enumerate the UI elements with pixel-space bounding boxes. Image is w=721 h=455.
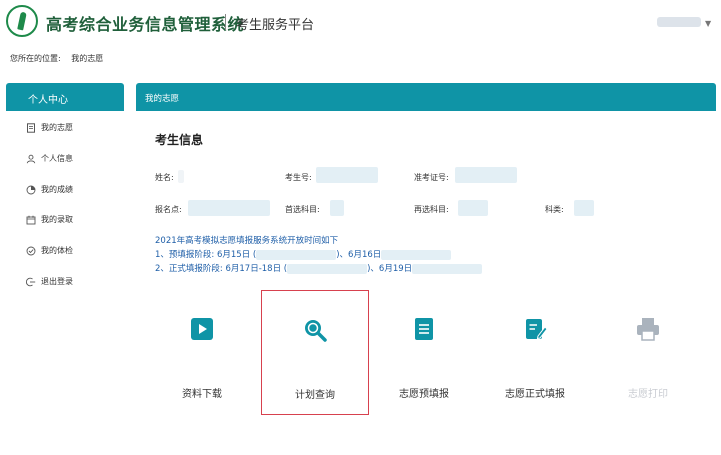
schedule-notice-line: 1、预填报阶段: 6月15日 ( )、6月16日: [155, 248, 452, 260]
tile-plan-query[interactable]: 计划查询: [261, 290, 369, 415]
schedule-notice-line: 2、正式填报阶段: 6月17日-18日 ( )、6月19日: [155, 262, 483, 274]
sidebar-header: 个人中心: [6, 83, 124, 111]
breadcrumb: 您所在的位置: 我的志愿: [10, 53, 103, 64]
pre-fill-phase-text: 1、预填报阶段: 6月15日 (: [155, 250, 257, 260]
first-subject-value-redacted: [330, 200, 344, 216]
document-icon: [26, 122, 36, 133]
second-subject-label: 再选科目:: [414, 205, 449, 214]
sidebar-item-label: 退出登录: [41, 277, 73, 286]
system-title: 高考综合业务信息管理系统: [46, 15, 245, 34]
sidebar-item-logout[interactable]: 退出登录: [25, 276, 73, 292]
formal-fill-phase-text-2: )、6月19日: [367, 264, 413, 274]
calendar-icon: [26, 215, 36, 225]
exam-no-value-redacted: [316, 167, 378, 183]
exam-no-label: 考生号:: [285, 173, 312, 182]
tile-volunteer-prefill[interactable]: 志愿预填报: [370, 290, 478, 415]
sidebar-item-label: 我的志愿: [41, 123, 73, 132]
logout-icon: [25, 277, 36, 287]
sidebar-item-my-checkup[interactable]: 我的体检: [26, 245, 73, 261]
check-circle-icon: [26, 246, 36, 256]
category-label: 科类:: [545, 205, 564, 214]
breadcrumb-current: 我的志愿: [71, 54, 104, 63]
tile-label: 志愿打印: [628, 389, 668, 400]
user-name-redacted[interactable]: [657, 17, 701, 27]
redacted-time: [381, 249, 452, 260]
tile-label: 计划查询: [295, 390, 335, 401]
sidebar-item-personal-info[interactable]: 个人信息: [26, 153, 73, 169]
admission-no-value-redacted: [455, 167, 517, 183]
second-subject-value-redacted: [458, 200, 488, 216]
logo-icon: [6, 5, 38, 37]
pre-fill-phase-text-2: )、6月16日: [336, 250, 382, 260]
app-header: 高考综合业务信息管理系统 考生服务平台 ▼: [0, 0, 721, 44]
search-icon: [305, 320, 327, 342]
redacted-time: [256, 249, 337, 260]
admission-no-label: 准考证号:: [414, 173, 449, 182]
section-title: 考生信息: [155, 133, 204, 147]
tile-materials-download[interactable]: 资料下载: [148, 290, 256, 415]
play-icon: [191, 318, 213, 340]
main-panel-header: 我的志愿: [136, 83, 716, 111]
sidebar-item-my-volunteer[interactable]: 我的志愿: [26, 122, 73, 138]
list-icon: [415, 318, 433, 340]
sidebar-item-label: 我的成绩: [41, 185, 73, 194]
tile-label: 志愿正式填报: [505, 389, 565, 400]
person-icon: [26, 154, 36, 164]
edit-icon: [526, 319, 548, 340]
sidebar-item-my-scores[interactable]: 我的成绩: [26, 184, 73, 200]
sidebar-title: 个人中心: [28, 95, 68, 106]
main-panel-title: 我的志愿: [145, 94, 180, 104]
site-value-redacted: [188, 200, 270, 216]
redacted-time: [412, 263, 483, 274]
category-value-redacted: [574, 200, 594, 216]
sidebar-item-label: 我的体检: [41, 246, 73, 255]
redacted-time: [287, 263, 368, 274]
sidebar-item-my-admission[interactable]: 我的录取: [26, 214, 73, 230]
site-label: 报名点:: [155, 205, 182, 214]
tile-volunteer-print[interactable]: 志愿打印: [594, 290, 702, 415]
header-divider: [225, 14, 226, 30]
first-subject-label: 首选科目:: [285, 205, 320, 214]
chart-icon: [26, 185, 36, 195]
printer-icon: [637, 318, 659, 341]
formal-fill-phase-text: 2、正式填报阶段: 6月17日-18日 (: [155, 264, 288, 274]
name-label: 姓名:: [155, 173, 174, 182]
sidebar-item-label: 我的录取: [41, 215, 73, 224]
chevron-down-icon[interactable]: ▼: [705, 19, 711, 28]
platform-name: 考生服务平台: [236, 18, 315, 33]
tile-label: 资料下载: [182, 389, 222, 400]
breadcrumb-prefix: 您所在的位置:: [10, 54, 61, 63]
tile-volunteer-formal-fill[interactable]: 志愿正式填报: [481, 290, 589, 415]
sidebar-item-label: 个人信息: [41, 154, 73, 163]
tile-label: 志愿预填报: [399, 389, 449, 400]
schedule-notice-title: 2021年高考模拟志愿填报服务系统开放时间如下: [155, 236, 339, 246]
name-value-redacted: [178, 170, 184, 183]
